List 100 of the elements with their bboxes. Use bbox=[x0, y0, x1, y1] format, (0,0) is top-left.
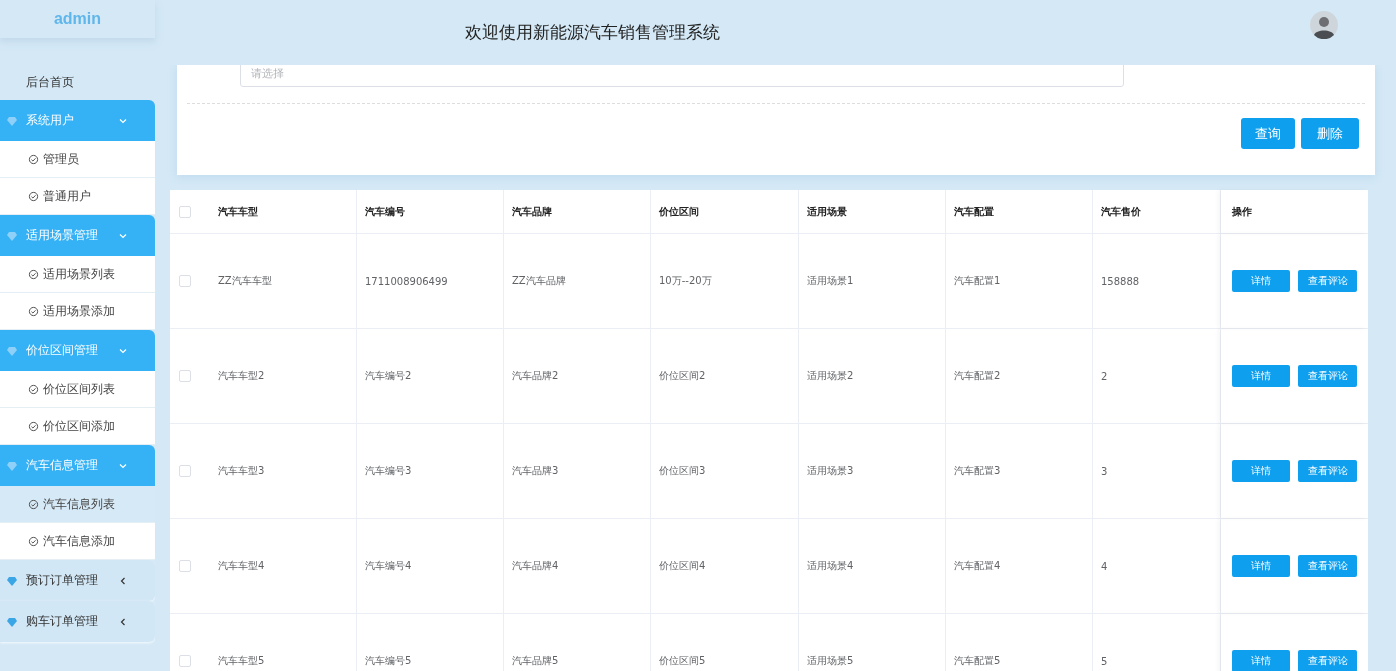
checkbox[interactable] bbox=[179, 560, 191, 572]
table-cell: 汽车编号2 bbox=[365, 369, 412, 383]
menu-group[interactable]: 适用场景管理 bbox=[0, 215, 155, 256]
select-field[interactable]: 请选择 bbox=[240, 65, 1124, 87]
action-button[interactable]: 查询 bbox=[1241, 118, 1295, 149]
diamond-icon bbox=[6, 615, 18, 628]
diamond-icon bbox=[6, 344, 18, 357]
comments-button[interactable]: 查看评论 bbox=[1298, 555, 1357, 577]
table-cell: 汽车配置5 bbox=[954, 654, 1001, 668]
check-circle-icon bbox=[28, 268, 39, 280]
page-title: 欢迎使用新能源汽车销售管理系统 bbox=[465, 21, 720, 44]
submenu-label: 管理员 bbox=[43, 150, 79, 168]
menu-group[interactable]: 预订订单管理 bbox=[0, 560, 155, 601]
table-cell: 适用场景3 bbox=[807, 464, 854, 478]
table-cell: ZZ汽车车型 bbox=[218, 274, 272, 288]
checkbox[interactable] bbox=[179, 465, 191, 477]
submenu-item[interactable]: 汽车信息添加 bbox=[0, 523, 155, 560]
submenu-item[interactable]: 适用场景列表 bbox=[0, 256, 155, 293]
checkbox[interactable] bbox=[179, 205, 191, 218]
menu-group[interactable]: 系统用户 bbox=[0, 100, 155, 141]
check-circle-icon bbox=[28, 305, 39, 317]
brand-title: admin bbox=[53, 10, 102, 28]
table-cell: 3 bbox=[1101, 465, 1108, 477]
table-cell: 适用场景1 bbox=[807, 274, 854, 288]
menu-group-label: 汽车信息管理 bbox=[26, 457, 99, 474]
details-button[interactable]: 详情 bbox=[1232, 460, 1290, 482]
menu-group-label: 适用场景管理 bbox=[26, 227, 99, 244]
table-cell: 汽车车型3 bbox=[218, 464, 265, 478]
diamond-icon bbox=[6, 229, 18, 242]
table-cell: 汽车编号4 bbox=[365, 559, 412, 573]
menu-group-label: 预订订单管理 bbox=[26, 572, 99, 589]
submenu-label: 价位区间添加 bbox=[43, 417, 115, 435]
comments-button[interactable]: 查看评论 bbox=[1298, 365, 1357, 387]
diamond-icon bbox=[6, 459, 18, 472]
submenu-item[interactable]: 管理员 bbox=[0, 141, 155, 178]
menu-group[interactable]: 汽车信息管理 bbox=[0, 445, 155, 486]
menu-group-label: 价位区间管理 bbox=[26, 342, 99, 359]
column-header: 汽车车型 bbox=[218, 204, 258, 219]
comments-button[interactable]: 查看评论 bbox=[1298, 460, 1357, 482]
menu-group[interactable]: 价位区间管理 bbox=[0, 330, 155, 371]
details-button[interactable]: 详情 bbox=[1232, 555, 1290, 577]
table-cell: 汽车配置2 bbox=[954, 369, 1001, 383]
check-circle-icon bbox=[28, 535, 39, 547]
table-cell: 汽车编号5 bbox=[365, 654, 412, 668]
details-button[interactable]: 详情 bbox=[1232, 270, 1290, 292]
submenu-label: 价位区间列表 bbox=[43, 380, 115, 398]
column-header: 适用场景 bbox=[807, 204, 847, 219]
table-cell: 适用场景2 bbox=[807, 369, 854, 383]
diamond-icon bbox=[6, 574, 18, 587]
column-header: 汽车配置 bbox=[954, 204, 994, 219]
submenu-item[interactable]: 价位区间列表 bbox=[0, 371, 155, 408]
column-header: 汽车编号 bbox=[365, 204, 405, 219]
table-cell: 汽车车型4 bbox=[218, 559, 265, 573]
details-button[interactable]: 详情 bbox=[1232, 650, 1290, 671]
table-cell: ZZ汽车品牌 bbox=[512, 274, 566, 288]
table-cell: 汽车编号3 bbox=[365, 464, 412, 478]
check-circle-icon bbox=[28, 383, 39, 395]
checkbox[interactable] bbox=[179, 370, 191, 382]
table-cell: 适用场景5 bbox=[807, 654, 854, 668]
menu-item[interactable]: 后台首页 bbox=[0, 65, 155, 100]
submenu-item[interactable]: 普通用户 bbox=[0, 178, 155, 215]
action-button[interactable]: 删除 bbox=[1301, 118, 1359, 149]
check-circle-icon bbox=[28, 498, 39, 510]
menu-group[interactable]: 购车订单管理 bbox=[0, 601, 155, 642]
check-circle-icon bbox=[28, 153, 39, 165]
column-header: 操作 bbox=[1232, 204, 1252, 219]
avatar-icon[interactable] bbox=[1310, 11, 1338, 39]
submenu-item[interactable]: 适用场景添加 bbox=[0, 293, 155, 330]
checkbox[interactable] bbox=[179, 655, 191, 667]
diamond-icon bbox=[6, 114, 18, 127]
table-cell: 价位区间2 bbox=[659, 369, 706, 383]
table-cell: 汽车品牌5 bbox=[512, 654, 559, 668]
table-cell: 价位区间4 bbox=[659, 559, 706, 573]
comments-button[interactable]: 查看评论 bbox=[1298, 270, 1357, 292]
table-cell: 汽车车型5 bbox=[218, 654, 265, 668]
details-button[interactable]: 详情 bbox=[1232, 365, 1290, 387]
table-cell: 汽车品牌3 bbox=[512, 464, 559, 478]
table-cell: 汽车车型2 bbox=[218, 369, 265, 383]
table-cell: 10万--20万 bbox=[659, 274, 712, 288]
comments-button[interactable]: 查看评论 bbox=[1298, 650, 1357, 671]
submenu-label: 适用场景添加 bbox=[43, 302, 115, 320]
check-circle-icon bbox=[28, 190, 39, 202]
table-cell: 汽车品牌2 bbox=[512, 369, 559, 383]
menu-group-label: 系统用户 bbox=[26, 112, 75, 129]
table-cell: 价位区间5 bbox=[659, 654, 706, 668]
menu-group-label: 购车订单管理 bbox=[26, 613, 99, 630]
check-circle-icon bbox=[28, 420, 39, 432]
submenu-label: 汽车信息添加 bbox=[43, 532, 115, 550]
submenu-item[interactable]: 价位区间添加 bbox=[0, 408, 155, 445]
column-header: 汽车售价 bbox=[1101, 204, 1141, 219]
table-cell: 汽车配置1 bbox=[954, 274, 1001, 288]
submenu-label: 普通用户 bbox=[43, 187, 91, 205]
checkbox[interactable] bbox=[179, 275, 191, 287]
table-cell: 5 bbox=[1101, 655, 1108, 667]
column-header: 汽车品牌 bbox=[512, 204, 552, 219]
table-cell: 4 bbox=[1101, 560, 1108, 572]
column-header: 价位区间 bbox=[659, 204, 699, 219]
table-cell: 1711008906499 bbox=[365, 275, 448, 287]
table-cell: 2 bbox=[1101, 370, 1108, 382]
submenu-label: 汽车信息列表 bbox=[43, 495, 115, 513]
